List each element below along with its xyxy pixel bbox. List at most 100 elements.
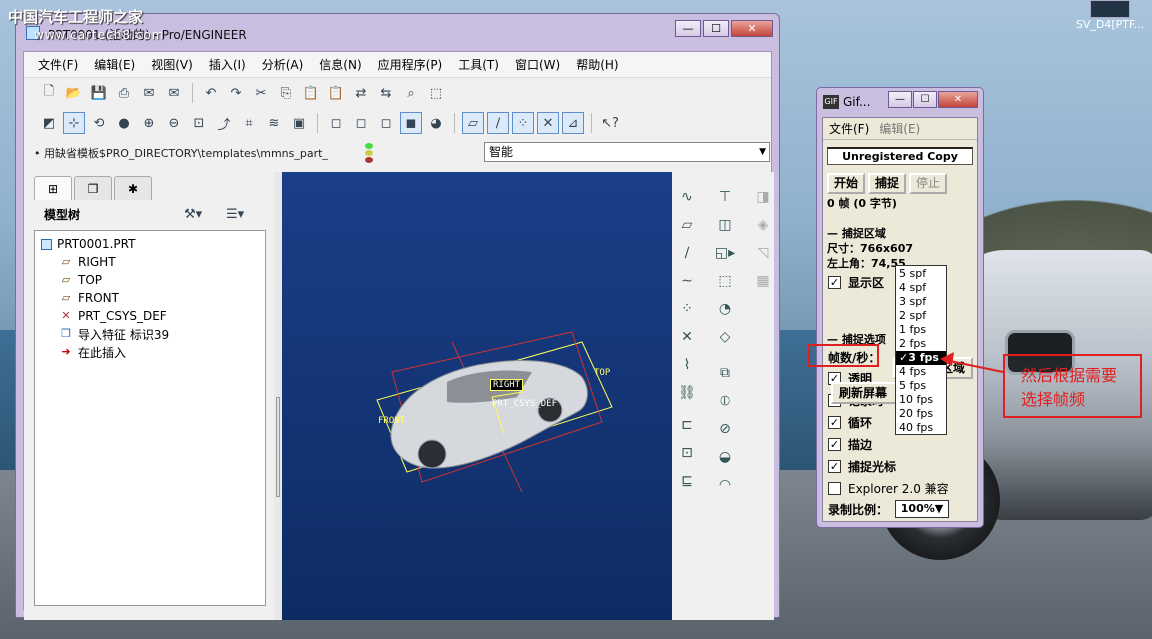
cut-icon[interactable]: ✂ xyxy=(250,82,272,104)
menu-analysis[interactable]: 分析(A) xyxy=(254,56,312,73)
maximize-button[interactable]: ☐ xyxy=(703,20,729,37)
trim-tool-icon[interactable]: ⊘ xyxy=(714,418,736,440)
menu-insert[interactable]: 插入(I) xyxy=(201,56,254,73)
menu-help[interactable]: 帮助(H) xyxy=(568,56,626,73)
csys-tool-icon[interactable]: ✕ xyxy=(676,326,698,348)
appearance-sphere-icon[interactable]: ● xyxy=(113,112,135,134)
fps-option[interactable]: 3 spf xyxy=(896,295,946,309)
copy-icon[interactable]: ⎘ xyxy=(275,82,297,104)
datum-axes-toggle-icon[interactable]: ∕ xyxy=(487,112,509,134)
capture-cursor-checkbox[interactable]: ✓ 捕捉光标 xyxy=(828,455,977,477)
paste-icon[interactable]: 📋 xyxy=(300,82,322,104)
tree-settings-icon[interactable]: ⚒▾ xyxy=(184,207,202,222)
sketched-curve-icon[interactable]: ∿ xyxy=(676,186,698,208)
csys-toggle-icon[interactable]: ✕ xyxy=(537,112,559,134)
context-help-icon[interactable]: ↖? xyxy=(599,112,621,134)
tree-row[interactable]: ➜ 在此插入 xyxy=(35,343,265,361)
menu-applications[interactable]: 应用程序(P) xyxy=(370,56,451,73)
tab-folder-browser[interactable]: ❐ xyxy=(74,176,112,200)
menu-view[interactable]: 视图(V) xyxy=(143,56,201,73)
ratio-select[interactable]: 100%▼ xyxy=(895,500,949,518)
zoom-in-icon[interactable]: ⊕ xyxy=(138,112,160,134)
tree-row[interactable]: PRT0001.PRT xyxy=(35,235,265,253)
datum-label-right[interactable]: RIGHT xyxy=(490,379,524,391)
checkbox-box[interactable] xyxy=(828,481,841,495)
mirror-tool-icon[interactable]: ⦶ xyxy=(714,390,736,412)
graphics-window[interactable]: FRONT TOP RIGHT PRT_CSYS_DEF xyxy=(282,172,672,620)
find-icon[interactable]: ⌕ xyxy=(400,82,422,104)
fps-option[interactable]: 2 spf xyxy=(896,309,946,323)
spin-center-icon[interactable]: ⊹ xyxy=(63,112,85,134)
checkbox-box[interactable]: ✓ xyxy=(828,275,841,289)
checkbox-box[interactable]: ✓ xyxy=(828,415,841,429)
zoom-out-icon[interactable]: ⊖ xyxy=(163,112,185,134)
wireframe-icon[interactable]: ◻ xyxy=(325,112,347,134)
explorer-compat-checkbox[interactable]: Explorer 2.0 兼容 xyxy=(828,477,977,499)
layers-icon[interactable]: ≋ xyxy=(263,112,285,134)
undo-icon[interactable]: ↶ xyxy=(200,82,222,104)
outline-checkbox[interactable]: ✓ 描边 xyxy=(828,433,977,455)
menu-window[interactable]: 窗口(W) xyxy=(507,56,568,73)
view-manager-icon[interactable]: ▣ xyxy=(288,112,310,134)
menu-file[interactable]: 文件(F) xyxy=(30,56,86,73)
regen-manager-icon[interactable]: ⇆ xyxy=(375,82,397,104)
hidden-line-icon[interactable]: ◻ xyxy=(350,112,372,134)
tab-favorites[interactable]: ✱ xyxy=(114,176,152,200)
round-tool-icon[interactable]: ◔ xyxy=(714,298,736,320)
gif-titlebar[interactable]: GIF Gif... — ☐ ✕ xyxy=(817,88,983,114)
chevron-down-icon[interactable]: ▼ xyxy=(759,143,766,161)
menu-info[interactable]: 信息(N) xyxy=(311,56,369,73)
refit-icon[interactable]: ⊡ xyxy=(188,112,210,134)
mail-link-icon[interactable]: ✉ xyxy=(163,82,185,104)
datum-label-front[interactable]: FRONT xyxy=(378,416,405,426)
menu-tools[interactable]: 工具(T) xyxy=(450,56,507,73)
datum-curve-tool-icon[interactable]: ∼ xyxy=(676,270,698,292)
fps-option[interactable]: 40 fps xyxy=(896,421,946,435)
stop-button[interactable]: 停止 xyxy=(909,173,948,194)
copy-feature-icon[interactable]: ⧉ xyxy=(714,362,736,384)
tab-model-tree[interactable]: ⊞ xyxy=(34,176,72,200)
desktop-file-icon[interactable]: SV_D4[PTF... xyxy=(1070,0,1150,40)
annotation-toggle-icon[interactable]: ⊿ xyxy=(562,112,584,134)
shell-tool-icon[interactable]: ⊡ xyxy=(676,442,698,464)
gif-menu-edit[interactable]: 编辑(E) xyxy=(879,120,920,137)
tree-row[interactable]: ✕ PRT_CSYS_DEF xyxy=(35,307,265,325)
fps-option[interactable]: 1 fps xyxy=(896,323,946,337)
csys-label[interactable]: PRT_CSYS_DEF xyxy=(492,399,557,409)
reorient-icon[interactable]: ⤴ xyxy=(213,112,235,134)
tree-row[interactable]: ▱ TOP xyxy=(35,271,265,289)
repaint-icon[interactable]: ◩ xyxy=(38,112,60,134)
chain-tool-icon[interactable]: ⛓ xyxy=(676,382,698,404)
chamfer-tool-icon[interactable]: ◇ xyxy=(714,326,736,348)
tree-row[interactable]: ▱ RIGHT xyxy=(35,253,265,271)
redo-icon[interactable]: ↷ xyxy=(225,82,247,104)
tree-row[interactable]: ❒ 导入特征 标识39 xyxy=(35,325,265,343)
gif-close-button[interactable]: ✕ xyxy=(938,91,978,108)
print-icon[interactable]: ⎙ xyxy=(113,82,135,104)
refresh-screen-button[interactable]: 刷新屏幕 xyxy=(831,382,899,404)
datum-point-tool-icon[interactable]: ⁘ xyxy=(676,298,698,320)
no-hidden-icon[interactable]: ◻ xyxy=(375,112,397,134)
paste-special-icon[interactable]: 📋 xyxy=(325,82,347,104)
datum-points-toggle-icon[interactable]: ⁘ xyxy=(512,112,534,134)
menu-edit[interactable]: 编辑(E) xyxy=(86,56,143,73)
fps-option[interactable]: 10 fps xyxy=(896,393,946,407)
fps-option[interactable]: 4 fps xyxy=(896,365,946,379)
tree-show-icon[interactable]: ☰▾ xyxy=(226,207,244,222)
fps-option[interactable]: 20 fps xyxy=(896,407,946,421)
select-box-icon[interactable]: ⬚ xyxy=(425,82,447,104)
start-button[interactable]: 开始 xyxy=(827,173,866,194)
merge-tool-icon[interactable]: ◒ xyxy=(714,446,736,468)
close-button[interactable]: ✕ xyxy=(731,20,773,37)
extend-tool-icon[interactable]: ◠ xyxy=(714,474,736,496)
datum-plane-tool-icon[interactable]: ▱ xyxy=(676,214,698,236)
analysis-tool-icon[interactable]: ⌇ xyxy=(676,354,698,376)
minimize-button[interactable]: — xyxy=(675,20,701,37)
rib-tool-icon[interactable]: ⊑ xyxy=(676,470,698,492)
panel-splitter[interactable] xyxy=(274,172,282,620)
checkbox-box[interactable]: ✓ xyxy=(828,437,841,451)
checkbox-box[interactable]: ✓ xyxy=(828,459,841,473)
gif-minimize-button[interactable]: — xyxy=(888,91,912,108)
fps-option[interactable]: 4 spf xyxy=(896,281,946,295)
model-display-icon[interactable]: ◕ xyxy=(425,112,447,134)
